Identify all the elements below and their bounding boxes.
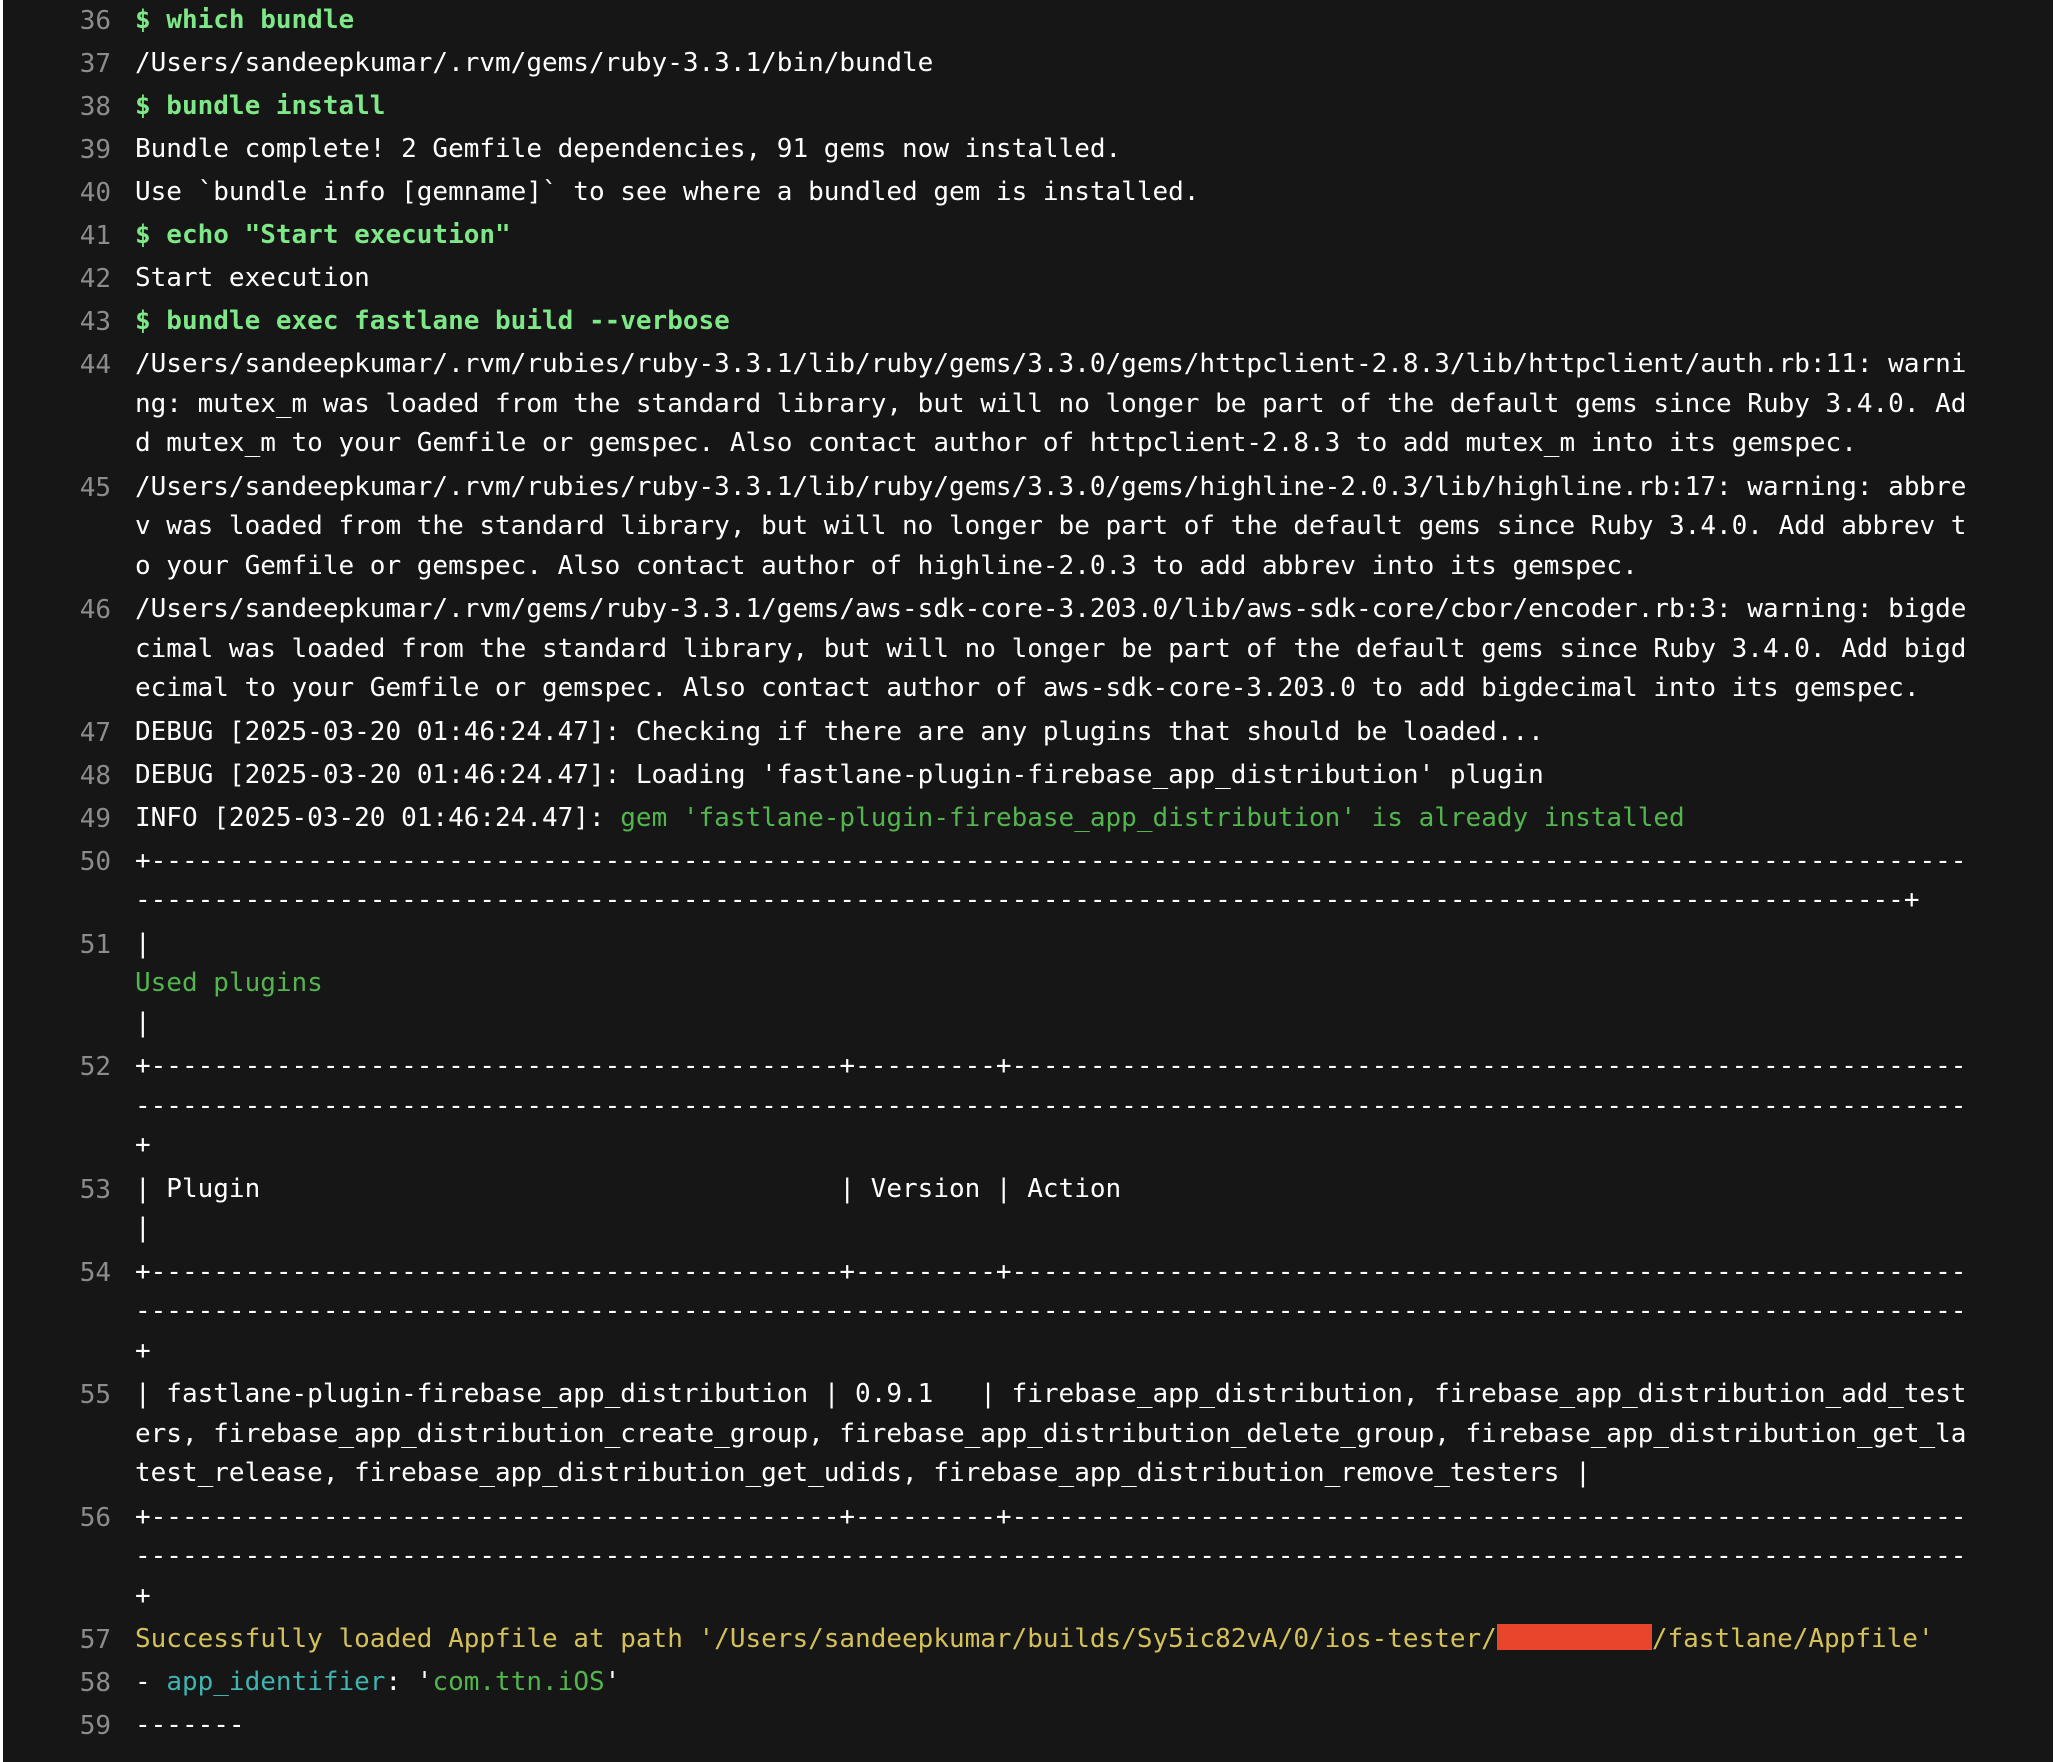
line-number[interactable]: 59 <box>3 1705 135 1748</box>
line-number[interactable]: 44 <box>3 344 135 387</box>
log-line-45: 45 /Users/sandeepkumar/.rvm/rubies/ruby-… <box>3 467 2053 587</box>
line-number[interactable]: 56 <box>3 1497 135 1540</box>
log-line-53: 53 | Plugin | Version | Action | <box>3 1169 2053 1249</box>
log-line-59: 59 ------- <box>3 1705 2053 1748</box>
log-line-44: 44 /Users/sandeepkumar/.rvm/rubies/ruby-… <box>3 344 2053 464</box>
command-text: $ echo "Start execution" <box>135 220 511 250</box>
app-identifier-key: app_identifier <box>166 1667 386 1697</box>
warning-text: /Users/sandeepkumar/.rvm/rubies/ruby-3.3… <box>135 471 1967 581</box>
log-line-52: 52 +------------------------------------… <box>3 1046 2053 1166</box>
debug-text: DEBUG [2025-03-20 01:46:24.47]: Checking… <box>135 716 1544 747</box>
log-line-55: 55 | fastlane-plugin-firebase_app_distri… <box>3 1374 2053 1494</box>
command-text: $ bundle exec fastlane build --verbose <box>135 306 730 336</box>
list-dash: - <box>135 1667 167 1697</box>
appfile-path-line: Successfully loaded Appfile at path '/Us… <box>135 1619 1981 1660</box>
output-text: Start execution <box>135 263 370 293</box>
line-number[interactable]: 37 <box>3 43 135 86</box>
log-line-48: 48 DEBUG [2025-03-20 01:46:24.47]: Loadi… <box>3 755 2053 798</box>
log-line-38: 38 $ bundle install <box>3 86 2053 129</box>
line-number[interactable]: 38 <box>3 86 135 129</box>
line-number[interactable]: 51 <box>3 924 135 967</box>
appfile-path-end: /fastlane/Appfile' <box>1651 1624 1934 1654</box>
app-identifier-line: - app_identifier: 'com.ttn.iOS' <box>135 1662 1981 1703</box>
line-number[interactable]: 45 <box>3 467 135 510</box>
log-line-43: 43 $ bundle exec fastlane build --verbos… <box>3 301 2053 344</box>
debug-text: DEBUG [2025-03-20 01:46:24.47]: Loading … <box>135 759 1544 790</box>
table-pipe: | <box>135 1007 151 1038</box>
table-border: +---------------------------------------… <box>135 1051 1967 1160</box>
log-line-54: 54 +------------------------------------… <box>3 1252 2053 1372</box>
line-number[interactable]: 57 <box>3 1619 135 1662</box>
warning-text: /Users/sandeepkumar/.rvm/rubies/ruby-3.3… <box>135 349 1967 458</box>
separator-text: ------- <box>135 1710 245 1740</box>
log-line-37: 37 /Users/sandeepkumar/.rvm/gems/ruby-3.… <box>3 43 2053 86</box>
line-number[interactable]: 54 <box>3 1252 135 1295</box>
output-text: Bundle complete! 2 Gemfile dependencies,… <box>135 134 1122 164</box>
log-lines: 36 $ which bundle 37 /Users/sandeepkumar… <box>3 0 2053 1748</box>
command-text: $ which bundle <box>135 5 355 35</box>
table-title-row: | Used plugins | <box>135 924 1981 1044</box>
command-text: $ bundle install <box>135 91 386 121</box>
log-line-50: 50 +------------------------------------… <box>3 841 2053 921</box>
table-border: +---------------------------------------… <box>135 1256 1967 1366</box>
output-text: Use `bundle info [gemname]` to see where… <box>135 177 1200 207</box>
line-number[interactable]: 53 <box>3 1169 135 1212</box>
log-line-57: 57 Successfully loaded Appfile at path '… <box>3 1619 2053 1662</box>
log-line-39: 39 Bundle complete! 2 Gemfile dependenci… <box>3 129 2053 172</box>
line-number[interactable]: 50 <box>3 841 135 884</box>
info-line: INFO [2025-03-20 01:46:24.47]: gem 'fast… <box>135 798 1981 839</box>
log-line-40: 40 Use `bundle info [gemname]` to see wh… <box>3 172 2053 215</box>
log-line-47: 47 DEBUG [2025-03-20 01:46:24.47]: Check… <box>3 712 2053 755</box>
table-border: +---------------------------------------… <box>135 845 1967 916</box>
table-title: Used plugins <box>135 968 323 998</box>
redaction-box <box>1496 1624 1652 1650</box>
line-number[interactable]: 52 <box>3 1046 135 1089</box>
closing-quote: ' <box>604 1667 621 1697</box>
line-number[interactable]: 49 <box>3 798 135 841</box>
line-number[interactable]: 39 <box>3 129 135 172</box>
table-pipe: | <box>135 928 151 959</box>
line-number[interactable]: 47 <box>3 712 135 755</box>
line-number[interactable]: 46 <box>3 589 135 632</box>
appfile-path-start: Successfully loaded Appfile at path '/Us… <box>135 1624 1497 1654</box>
log-line-41: 41 $ echo "Start execution" <box>3 215 2053 258</box>
table-header-row: | Plugin | Version | Action | <box>135 1173 1122 1244</box>
log-line-56: 56 +------------------------------------… <box>3 1497 2053 1617</box>
table-data-row: | fastlane-plugin-firebase_app_distribut… <box>135 1379 1967 1488</box>
line-number[interactable]: 42 <box>3 258 135 301</box>
output-text: /Users/sandeepkumar/.rvm/gems/ruby-3.3.1… <box>135 48 934 78</box>
log-line-42: 42 Start execution <box>3 258 2053 301</box>
table-border: +---------------------------------------… <box>135 1501 1967 1611</box>
log-line-58: 58 - app_identifier: 'com.ttn.iOS' <box>3 1662 2053 1705</box>
log-line-51: 51 | Used plugins | <box>3 924 2053 1044</box>
line-number[interactable]: 43 <box>3 301 135 344</box>
log-line-49: 49 INFO [2025-03-20 01:46:24.47]: gem 'f… <box>3 798 2053 841</box>
line-number[interactable]: 36 <box>3 0 135 43</box>
line-number[interactable]: 48 <box>3 755 135 798</box>
line-number[interactable]: 40 <box>3 172 135 215</box>
warning-text: /Users/sandeepkumar/.rvm/gems/ruby-3.3.1… <box>135 594 1967 703</box>
key-separator: : ' <box>385 1667 433 1697</box>
info-message: gem 'fastlane-plugin-firebase_app_distri… <box>620 802 1685 833</box>
info-prefix: INFO [2025-03-20 01:46:24.47]: <box>135 802 621 833</box>
job-log-panel: 36 $ which bundle 37 /Users/sandeepkumar… <box>3 0 2053 1762</box>
line-number[interactable]: 55 <box>3 1374 135 1417</box>
line-number[interactable]: 58 <box>3 1662 135 1705</box>
line-number[interactable]: 41 <box>3 215 135 258</box>
log-line-46: 46 /Users/sandeepkumar/.rvm/gems/ruby-3.… <box>3 589 2053 709</box>
log-line-36: 36 $ which bundle <box>3 0 2053 43</box>
app-identifier-value: com.ttn.iOS <box>432 1667 605 1697</box>
